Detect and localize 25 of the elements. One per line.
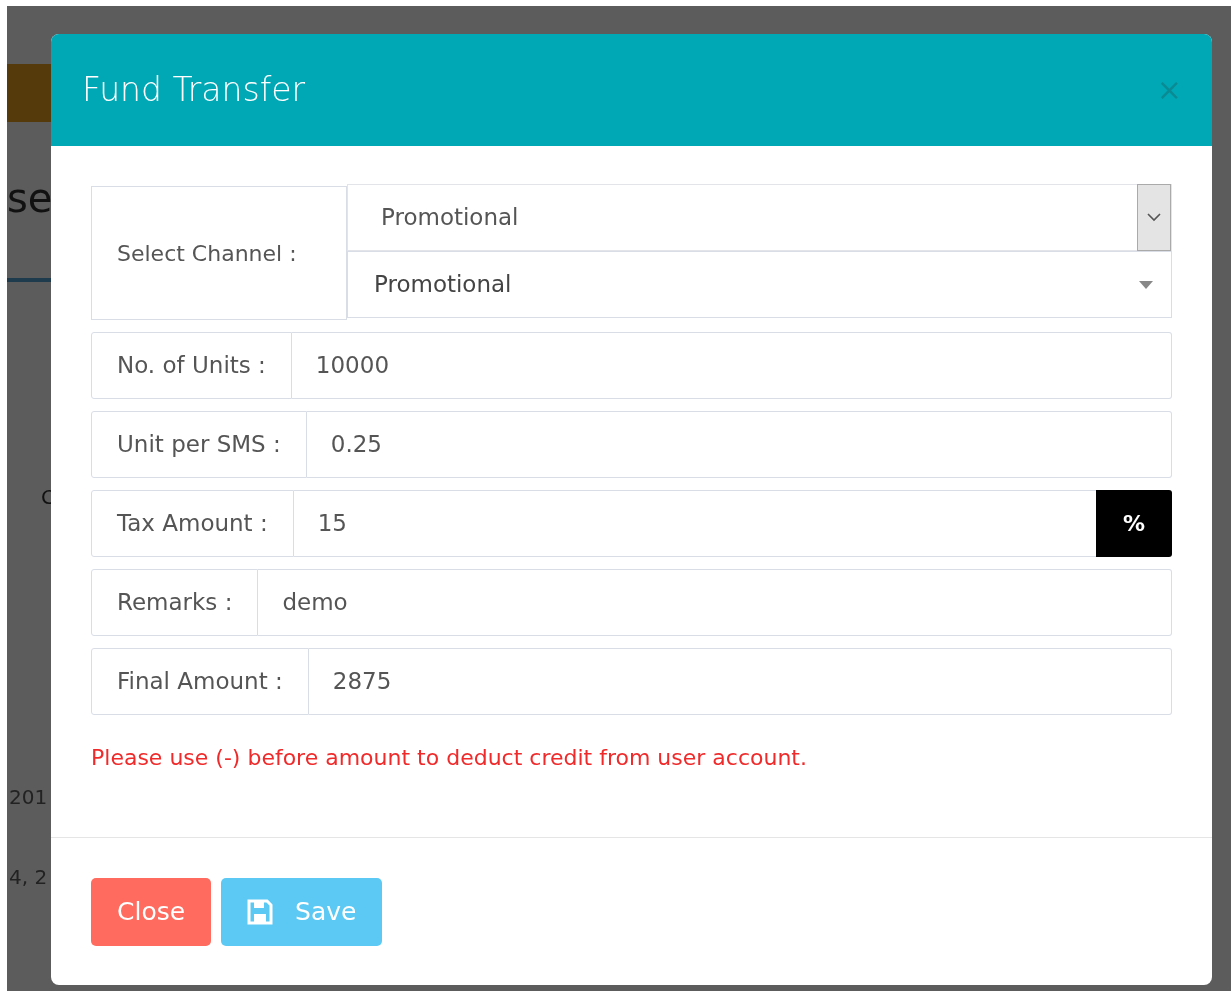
background-heading: se <box>7 174 51 223</box>
field-label: Select Channel : <box>91 186 347 320</box>
chevron-down-icon <box>1147 213 1161 222</box>
select-value: Promotional <box>374 270 512 300</box>
input-field[interactable]: 10000 <box>291 332 1172 399</box>
input-field[interactable]: 2875 <box>308 648 1172 715</box>
modal-title: Fund Transfer <box>82 69 306 112</box>
background-banner <box>7 64 51 122</box>
input-field[interactable]: 15 <box>293 490 1096 557</box>
warning-text: Please use (-) before amount to deduct credit from user account. <box>91 744 808 772</box>
field-label: No. of Units : <box>91 332 292 399</box>
dropdown-button[interactable] <box>1137 184 1171 251</box>
background-text: 201 <box>8 784 49 811</box>
caret-down-icon <box>1139 280 1153 289</box>
select-value: Promotional <box>381 203 519 233</box>
input-field[interactable]: demo <box>258 569 1172 636</box>
background-text: 4, 2 <box>8 864 49 891</box>
input-field[interactable]: 0.25 <box>306 411 1172 478</box>
field-label: Tax Amount : <box>91 490 294 557</box>
field-label: Final Amount : <box>91 648 309 715</box>
field-label: Unit per SMS : <box>91 411 307 478</box>
channel-dropdown[interactable]: Promotional <box>347 251 1172 318</box>
field-label: Remarks : <box>91 569 259 636</box>
channel-select[interactable]: Promotional <box>347 184 1172 251</box>
percent-addon: % <box>1096 490 1172 557</box>
